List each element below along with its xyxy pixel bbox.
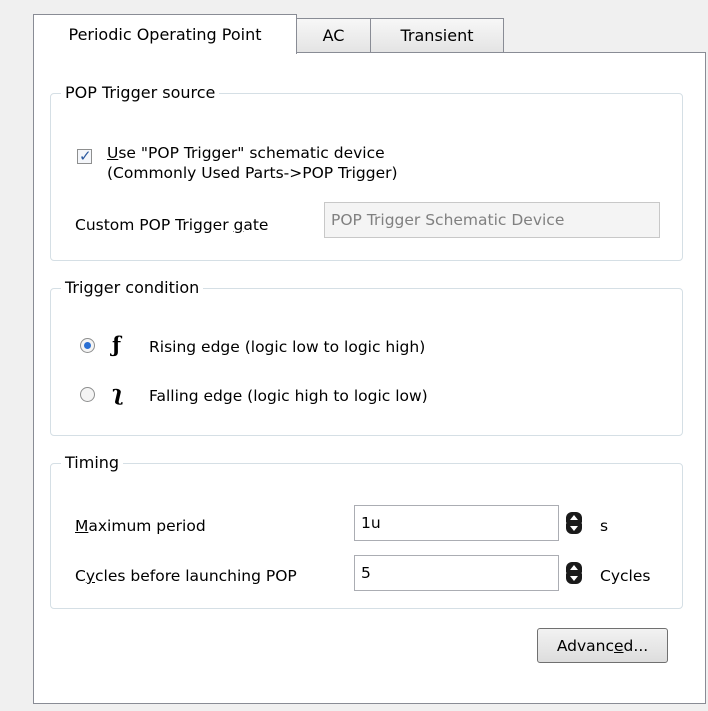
cycles-unit: Cycles (600, 567, 651, 585)
cycles-before-launch-input[interactable]: 5 (354, 555, 559, 591)
custom-gate-label: Custom POP Trigger gate (75, 216, 269, 234)
stepper-down-icon[interactable] (566, 573, 582, 584)
maximum-period-unit: s (600, 517, 609, 535)
tab-transient[interactable]: Transient (370, 18, 504, 52)
falling-edge-icon: ʅ (112, 380, 124, 405)
tab-label: AC (322, 26, 345, 45)
falling-edge-label[interactable]: Falling edge (logic high to logic low) (149, 386, 428, 406)
falling-edge-radio[interactable] (80, 387, 95, 402)
rising-edge-radio[interactable] (80, 338, 95, 353)
tab-periodic-operating-point[interactable]: Periodic Operating Point (33, 14, 297, 54)
maximum-period-label: Maximum period (75, 517, 206, 535)
cycles-before-launch-label: Cycles before launching POP (75, 567, 297, 585)
rising-edge-icon: ƒ (112, 332, 122, 357)
custom-gate-field: POP Trigger Schematic Device (324, 202, 660, 238)
group-legend: POP Trigger source (61, 83, 220, 102)
tab-label: Transient (400, 26, 474, 45)
group-legend: Timing (61, 453, 124, 472)
advanced-button[interactable]: Advanc e d... (537, 628, 668, 663)
group-legend: Trigger condition (61, 278, 204, 297)
stepper-up-icon[interactable] (566, 512, 582, 523)
rising-edge-label[interactable]: Rising edge (logic low to logic high) (149, 337, 425, 357)
maximum-period-input[interactable]: 1u (354, 505, 559, 541)
maximum-period-stepper[interactable] (566, 512, 582, 534)
cycles-stepper[interactable] (566, 562, 582, 584)
checkmark-icon: ✓ (79, 147, 92, 165)
stepper-up-icon[interactable] (566, 562, 582, 573)
use-pop-trigger-label[interactable]: Use "POP Trigger" schematic device (Comm… (107, 143, 398, 183)
use-pop-trigger-checkbox[interactable]: ✓ (77, 147, 92, 165)
tab-ac[interactable]: AC (296, 18, 371, 52)
trigger-condition-group: Trigger condition (50, 278, 683, 436)
stepper-down-icon[interactable] (566, 523, 582, 534)
tab-label: Periodic Operating Point (68, 25, 262, 44)
